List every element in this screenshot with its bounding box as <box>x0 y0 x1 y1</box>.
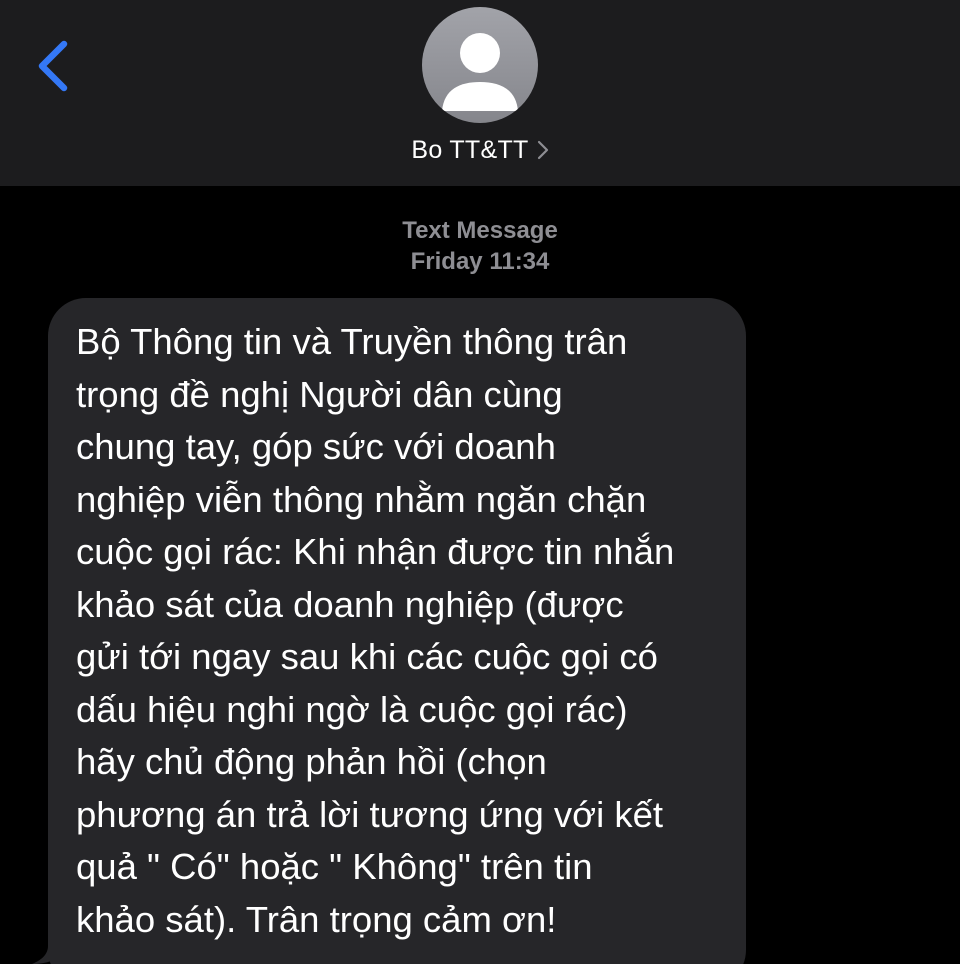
back-button[interactable] <box>30 36 80 96</box>
chevron-right-icon <box>537 140 548 160</box>
contact-name-button[interactable]: Bo TT&TT <box>0 132 960 168</box>
person-silhouette-icon <box>442 33 518 111</box>
service-label: Text Message <box>402 217 558 244</box>
chevron-left-icon <box>38 40 68 92</box>
contact-avatar[interactable] <box>422 7 538 123</box>
conversation-header: Bo TT&TT <box>0 0 960 186</box>
message-timestamp: Text Message Friday 11:34 <box>0 215 960 277</box>
contact-name: Bo TT&TT <box>411 135 529 164</box>
message-text: Bộ Thông tin và Truyền thông trân trọng … <box>76 321 675 940</box>
timestamp-label: Friday 11:34 <box>410 248 550 275</box>
messages-screen: Bo TT&TT Text Message Friday 11:34 Bộ Th… <box>0 0 960 964</box>
